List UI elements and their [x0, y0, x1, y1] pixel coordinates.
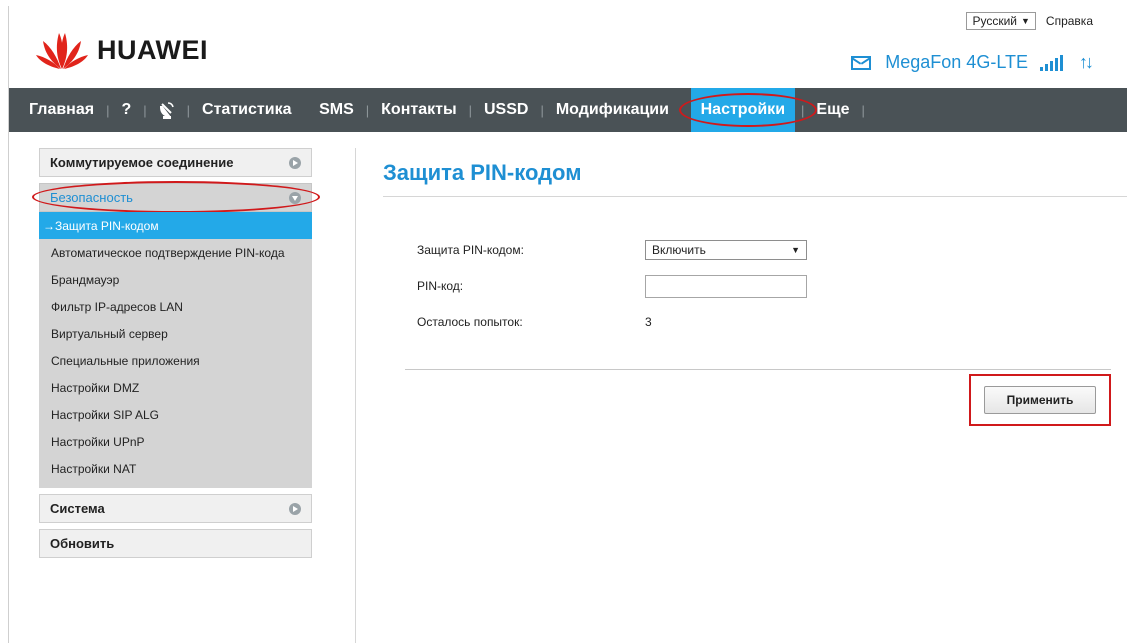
nav-separator — [297, 103, 313, 118]
pin-input[interactable] — [645, 274, 807, 298]
sidebar-item-nat[interactable]: Настройки NAT — [39, 455, 312, 482]
operator-name: MegaFon 4G-LTE — [885, 52, 1028, 72]
form-divider — [405, 369, 1111, 370]
sidebar-item-virtual-server[interactable]: Виртуальный сервер — [39, 320, 312, 347]
chevron-right-icon — [289, 156, 301, 169]
nav-more[interactable]: Еще — [810, 88, 855, 132]
attempts-label: Осталось попыток: — [417, 315, 523, 329]
satellite-dish-icon — [159, 102, 174, 119]
nav-separator: | — [186, 102, 191, 118]
nav-sms[interactable]: SMS — [313, 88, 360, 132]
nav-contacts[interactable]: Контакты — [375, 88, 462, 132]
pin-protection-select[interactable]: Включить ▼ — [645, 240, 807, 260]
nav-home[interactable]: Главная — [23, 88, 100, 132]
language-value: Русский — [972, 14, 1017, 28]
chevron-down-icon: ▼ — [1021, 16, 1030, 26]
nav-separator: | — [468, 102, 472, 118]
nav-separator: | — [861, 102, 865, 118]
highlight-circle — [678, 93, 817, 127]
sidebar-item-label: →Защита PIN-кодом — [43, 218, 159, 233]
page: HUAWEI Русский ▼ Справка MegaFon 4G-LTE … — [8, 6, 1127, 643]
pin-form: Защита PIN-кодом: Включить ▼ PIN-код: Ос… — [417, 232, 917, 340]
form-row: PIN-код: — [417, 268, 917, 304]
huawei-logo[interactable]: HUAWEI — [35, 28, 208, 72]
form-row: Осталось попыток: 3 — [417, 304, 917, 340]
sidebar-group-label: Обновить — [50, 536, 115, 551]
main-nav: Главная | ? | | Статистика SMS | Контакт… — [9, 88, 1127, 132]
form-row: Защита PIN-кодом: Включить ▼ — [417, 232, 917, 268]
sidebar-group-label: Система — [50, 501, 105, 516]
nav-help[interactable]: ? — [115, 88, 137, 132]
connection-status: MegaFon 4G-LTE ↑↓ — [851, 52, 1094, 73]
sidebar-item-special-apps[interactable]: Специальные приложения — [39, 347, 312, 374]
nav-settings[interactable]: Настройки — [678, 88, 817, 132]
sidebar-item-auto-pin[interactable]: Автоматическое подтверждение PIN-кода — [39, 239, 312, 266]
nav-satellite[interactable] — [153, 88, 181, 132]
header: HUAWEI Русский ▼ Справка MegaFon 4G-LTE … — [9, 6, 1127, 88]
sidebar-item-lan-ip-filter[interactable]: Фильтр IP-адресов LAN — [39, 293, 312, 320]
help-link[interactable]: Справка — [1046, 14, 1093, 28]
updown-arrows-icon: ↑↓ — [1079, 52, 1094, 72]
highlight-ellipse — [32, 181, 320, 213]
chevron-down-icon: ▼ — [791, 245, 800, 255]
sidebar-group-dialup[interactable]: Коммутируемое соединение — [39, 148, 312, 177]
highlight-rectangle: Применить — [969, 374, 1111, 426]
nav-ussd[interactable]: USSD — [478, 88, 534, 132]
sidebar: Коммутируемое соединение Безопасность →З… — [32, 148, 320, 564]
sidebar-item-sip-alg[interactable]: Настройки SIP ALG — [39, 401, 312, 428]
chevron-right-icon — [289, 502, 301, 515]
pin-protection-value: Включить — [652, 243, 706, 257]
page-title: Защита PIN-кодом — [383, 160, 1127, 197]
signal-icon — [1040, 54, 1063, 71]
nav-separator: | — [143, 102, 147, 118]
nav-separator: | — [540, 102, 544, 118]
sidebar-item-dmz[interactable]: Настройки DMZ — [39, 374, 312, 401]
attempts-value: 3 — [645, 315, 652, 329]
nav-separator: | — [106, 102, 110, 118]
brand-name: HUAWEI — [97, 34, 208, 65]
nav-separator: | — [365, 102, 370, 118]
main-content: Защита PIN-кодом Защита PIN-кодом: Включ… — [383, 160, 1127, 426]
nav-statistics[interactable]: Статистика — [196, 88, 297, 132]
sidebar-group-security[interactable]: Безопасность — [32, 181, 320, 213]
security-submenu: →Защита PIN-кодом Автоматическое подтвер… — [39, 212, 312, 488]
sidebar-item-firewall[interactable]: Брандмауэр — [39, 266, 312, 293]
sidebar-item-pin-protection[interactable]: →Защита PIN-кодом — [39, 212, 312, 239]
top-right-links: Русский ▼ Справка — [966, 12, 1093, 30]
mail-icon[interactable] — [851, 55, 872, 70]
pin-label: PIN-код: — [417, 279, 464, 293]
language-select[interactable]: Русский ▼ — [966, 12, 1036, 30]
pin-protection-label: Защита PIN-кодом: — [417, 243, 524, 257]
column-divider — [355, 148, 356, 643]
nav-modifications[interactable]: Модификации — [550, 88, 675, 132]
apply-button[interactable]: Применить — [984, 386, 1096, 414]
huawei-petals-icon — [36, 33, 88, 69]
sidebar-group-system[interactable]: Система — [39, 494, 312, 523]
sidebar-item-upnp[interactable]: Настройки UPnP — [39, 428, 312, 455]
sidebar-group-label: Коммутируемое соединение — [50, 155, 234, 170]
sidebar-group-update[interactable]: Обновить — [39, 529, 312, 558]
